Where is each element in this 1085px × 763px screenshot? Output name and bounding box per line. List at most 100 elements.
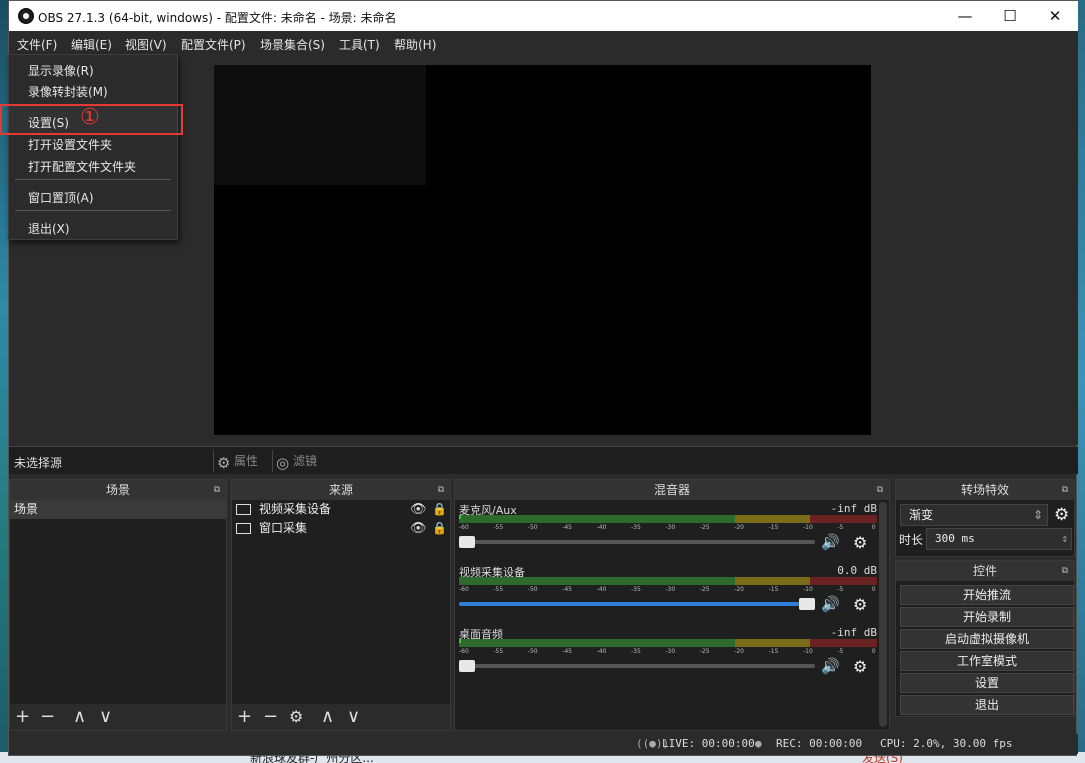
- transition-select[interactable]: 渐变 ⇕: [900, 504, 1048, 526]
- studio-mode-button[interactable]: 工作室模式: [900, 651, 1074, 671]
- menu-item-open-profile-folder[interactable]: 打开配置文件文件夹: [28, 158, 136, 175]
- controls-dock: 控件 ⧉ 开始推流 开始录制 启动虚拟摄像机 工作室模式 设置 退出: [895, 560, 1075, 717]
- volume-slider[interactable]: [459, 660, 815, 672]
- tick-label: -60: [459, 586, 469, 593]
- channel-gear-icon[interactable]: ⚙: [853, 595, 867, 614]
- add-scene-icon[interactable]: +: [15, 706, 30, 727]
- exit-button[interactable]: 退出: [900, 695, 1074, 715]
- tick-label: -10: [803, 524, 813, 531]
- volume-slider[interactable]: [459, 598, 815, 610]
- duration-spinbox[interactable]: 300 ms ⇕: [926, 528, 1072, 550]
- mixer-scrollbar[interactable]: [879, 502, 887, 727]
- menu-item-always-on-top[interactable]: 窗口置顶(A): [28, 189, 94, 206]
- updown-icon: ⇕: [1032, 508, 1043, 522]
- speaker-icon[interactable]: 🔊: [821, 657, 840, 675]
- title-bar: OBS 27.1.3 (64-bit, windows) - 配置文件: 未命名…: [9, 1, 1078, 31]
- tick-label: -5: [837, 648, 844, 655]
- source-settings-gear-icon[interactable]: ⚙: [289, 707, 303, 726]
- camera-icon: [236, 504, 251, 515]
- tick-label: -25: [699, 586, 710, 593]
- move-up-icon[interactable]: ∧: [73, 706, 86, 727]
- menu-edit[interactable]: 编辑(E): [71, 36, 112, 53]
- settings-button[interactable]: 设置: [900, 673, 1074, 693]
- tick-label: -15: [768, 524, 779, 531]
- volume-knob[interactable]: [799, 598, 815, 610]
- mixer-channel: 麦克风/Aux -inf dB -60 -55 -50 -45 -40 -35 -30 -25 -2…: [459, 502, 877, 560]
- program-preview[interactable]: [214, 65, 871, 435]
- move-up-icon[interactable]: ∧: [321, 706, 334, 727]
- move-down-icon[interactable]: ∨: [347, 706, 360, 727]
- move-down-icon[interactable]: ∨: [99, 706, 112, 727]
- mixer-channel: 桌面音频 -inf dB -60 -55 -50 -45 -40 -35 -30 -25 -20 -1…: [459, 626, 877, 684]
- tick-label: -55: [493, 524, 504, 531]
- tick-label: -20: [734, 648, 744, 655]
- annotation-step-marker: ①: [80, 105, 100, 130]
- menu-file[interactable]: 文件(F): [17, 36, 57, 53]
- channel-gear-icon[interactable]: ⚙: [853, 657, 867, 676]
- speaker-icon[interactable]: 🔊: [821, 595, 840, 613]
- close-button[interactable]: ✕: [1032, 1, 1078, 31]
- preview-source-region: [214, 65, 426, 185]
- speaker-icon[interactable]: 🔊: [821, 533, 840, 551]
- undock-icon[interactable]: ⧉: [438, 480, 444, 500]
- tick-label: -55: [493, 648, 504, 655]
- menu-item-exit[interactable]: 退出(X): [28, 220, 70, 237]
- undock-icon[interactable]: ⧉: [214, 480, 220, 500]
- lock-icon[interactable]: 🔒: [432, 519, 447, 538]
- lock-icon[interactable]: 🔒: [432, 500, 447, 519]
- source-item-window-capture[interactable]: 窗口采集 👁 🔒: [232, 519, 450, 538]
- menu-view[interactable]: 视图(V): [125, 36, 167, 53]
- visibility-eye-icon[interactable]: 👁: [410, 519, 427, 538]
- properties-button[interactable]: ⚙ 属性: [213, 450, 258, 472]
- undock-icon[interactable]: ⧉: [1062, 480, 1068, 500]
- minimize-button[interactable]: —: [942, 1, 988, 31]
- volume-knob[interactable]: [459, 536, 475, 548]
- channel-db-readout: 0.0 dB: [837, 564, 877, 577]
- menu-tools[interactable]: 工具(T): [339, 36, 380, 53]
- undock-icon[interactable]: ⧉: [1062, 561, 1068, 581]
- volume-slider[interactable]: [459, 536, 815, 548]
- remove-scene-icon[interactable]: −: [40, 706, 55, 727]
- menu-help[interactable]: 帮助(H): [394, 36, 436, 53]
- sources-footer: + − ⚙ ∧ ∨: [232, 704, 450, 730]
- source-item-video-capture[interactable]: 视频采集设备 👁 🔒: [232, 500, 450, 519]
- menu-item-open-settings-folder[interactable]: 打开设置文件夹: [28, 136, 112, 153]
- add-source-icon[interactable]: +: [237, 706, 252, 727]
- tick-label: -30: [665, 524, 676, 531]
- maximize-button[interactable]: ☐: [987, 1, 1033, 31]
- start-virtual-camera-button[interactable]: 启动虚拟摄像机: [900, 629, 1074, 649]
- tick-label: -5: [837, 524, 844, 531]
- file-menu-dropdown: 显示录像(R) 录像转封装(M) 设置(S) 打开设置文件夹 打开配置文件文件夹…: [8, 54, 178, 240]
- filters-label: 滤镜: [293, 454, 318, 468]
- transition-gear-icon[interactable]: ⚙: [1054, 505, 1069, 525]
- remove-source-icon[interactable]: −: [263, 706, 278, 727]
- menu-profile[interactable]: 配置文件(P): [181, 36, 246, 53]
- tick-label: -40: [596, 586, 607, 593]
- undock-icon[interactable]: ⧉: [877, 480, 883, 500]
- tick-label: -60: [459, 524, 469, 531]
- tick-label: -50: [527, 524, 538, 531]
- start-recording-button[interactable]: 开始录制: [900, 607, 1074, 627]
- volume-knob[interactable]: [459, 660, 475, 672]
- tick-label: -35: [631, 524, 641, 531]
- menu-item-remux-recordings[interactable]: 录像转封装(M): [28, 83, 108, 100]
- transitions-dock: 转场特效 ⧉ 渐变 ⇕ ⚙ 时长 300 ms ⇕: [895, 479, 1075, 557]
- menu-item-show-recordings[interactable]: 显示录像(R): [28, 62, 94, 79]
- tick-label: -15: [768, 648, 779, 655]
- start-streaming-button[interactable]: 开始推流: [900, 585, 1074, 605]
- filters-button[interactable]: ◎ 滤镜: [272, 450, 317, 472]
- audio-mixer-dock: 混音器 ⧉ 麦克风/Aux -inf dB -60 -55 -50 -45 -40 -35 -30…: [454, 479, 890, 731]
- tick-label: -45: [562, 586, 572, 593]
- channel-db-readout: -inf dB: [830, 502, 877, 515]
- gear-icon: ⚙: [217, 454, 231, 472]
- visibility-eye-icon[interactable]: 👁: [410, 500, 427, 519]
- duration-value: 300 ms: [935, 532, 975, 545]
- mixer-header: 混音器 ⧉: [455, 480, 889, 500]
- window-title: OBS 27.1.3 (64-bit, windows) - 配置文件: 未命名…: [38, 11, 397, 25]
- mixer-title: 混音器: [653, 483, 690, 497]
- menu-scene-collection[interactable]: 场景集合(S): [260, 36, 325, 53]
- menu-separator: [15, 179, 171, 180]
- meter-ticks: -60 -55 -50 -45 -40 -35 -30 -25 -20 -15 -10 -5 0: [459, 586, 877, 596]
- scene-item[interactable]: 场景: [10, 500, 226, 519]
- channel-gear-icon[interactable]: ⚙: [853, 533, 867, 552]
